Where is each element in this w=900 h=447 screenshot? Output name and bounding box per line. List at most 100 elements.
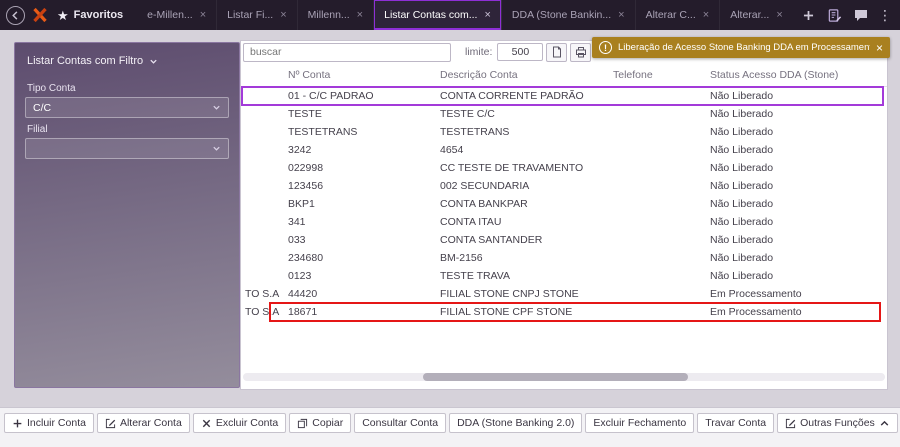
cell-filial: TO S.A xyxy=(241,288,284,300)
chat-icon[interactable] xyxy=(852,7,869,24)
toast-close-icon[interactable]: × xyxy=(876,41,883,55)
cell-conta: 44420 xyxy=(284,288,436,300)
travar-conta-button[interactable]: Travar Conta xyxy=(697,413,774,433)
tab-close-icon[interactable]: × xyxy=(618,10,624,21)
menu-dots-icon[interactable]: ⋮ xyxy=(878,7,892,24)
table-row[interactable]: 123456002 SECUNDARIANão Liberado xyxy=(241,177,887,195)
cell-status: Não Liberado xyxy=(706,252,887,264)
table-row[interactable]: BKP1CONTA BANKPARNão Liberado xyxy=(241,195,887,213)
column-header-conta[interactable]: Nº Conta xyxy=(284,69,436,81)
cell-status: Não Liberado xyxy=(706,270,887,282)
cell-descricao: TESTE TRAVA xyxy=(436,270,609,282)
table-row[interactable]: TESTETRANSTESTETRANSNão Liberado xyxy=(241,123,887,141)
table-row[interactable]: 01 - C/C PADRAOCONTA CORRENTE PADRÃO Não … xyxy=(241,87,887,105)
table-body: 01 - C/C PADRAOCONTA CORRENTE PADRÃO Não … xyxy=(241,87,887,321)
table-row[interactable]: 0123TESTE TRAVA Não Liberado xyxy=(241,267,887,285)
dda-stone-banking-2-0-button[interactable]: DDA (Stone Banking 2.0) xyxy=(449,413,582,433)
column-header-status[interactable]: Status Acesso DDA (Stone) xyxy=(706,69,887,81)
tab-close-icon[interactable]: × xyxy=(357,10,363,21)
table-row[interactable]: TO S.A44420FILIAL STONE CNPJ STONEEm Pro… xyxy=(241,285,887,303)
column-header-telefone[interactable]: Telefone xyxy=(609,69,706,81)
tab-strip: e-Millen...×Listar Fi...×Millenn...×List… xyxy=(137,0,792,30)
tab-label: Alterar... xyxy=(730,9,769,21)
tab-dda-stone-bankin[interactable]: DDA (Stone Bankin...× xyxy=(502,0,636,30)
export-document-icon[interactable] xyxy=(546,43,567,62)
tab-label: Listar Contas com... xyxy=(384,9,477,21)
accounts-panel: limite: Nº Conta Descrição Conta Telefon… xyxy=(240,40,888,390)
tab-close-icon[interactable]: × xyxy=(703,10,709,21)
cell-status: Não Liberado xyxy=(706,198,887,210)
cell-descricao: TESTETRANS xyxy=(436,126,609,138)
topbar-left: ★ Favoritos xyxy=(0,6,137,25)
sidebar-title-label: Listar Contas com Filtro xyxy=(27,55,143,67)
cell-descricao: CC TESTE DE TRAVAMENTO xyxy=(436,162,609,174)
column-header-descricao[interactable]: Descrição Conta xyxy=(436,69,609,81)
tab-listar-contas-com[interactable]: Listar Contas com... × xyxy=(374,0,502,30)
tab-millenn[interactable]: Millenn... × xyxy=(298,0,374,30)
table-row[interactable]: 234680BM-2156Não Liberado xyxy=(241,249,887,267)
cell-status: Não Liberado xyxy=(706,90,887,102)
table-row[interactable]: TO S.A18671FILIAL STONE CPF STONEEm Proc… xyxy=(241,303,887,321)
cell-filial: TO S.A xyxy=(241,306,284,318)
tab-close-icon[interactable]: × xyxy=(776,10,782,21)
tab-e-millen[interactable]: e-Millen... × xyxy=(137,0,217,30)
cell-descricao: CONTA ITAU xyxy=(436,216,609,228)
cell-conta: 0123 xyxy=(284,270,436,282)
tab-alterar-c[interactable]: Alterar C...× xyxy=(636,0,721,30)
cell-descricao: 002 SECUNDARIA xyxy=(436,180,609,192)
tab-close-icon[interactable]: × xyxy=(280,10,286,21)
table-row[interactable]: 033CONTA SANTANDERNão Liberado xyxy=(241,231,887,249)
cell-conta: 3242 xyxy=(284,144,436,156)
table-row[interactable]: 022998CC TESTE DE TRAVAMENTONão Liberado xyxy=(241,159,887,177)
cell-conta: 234680 xyxy=(284,252,436,264)
cell-descricao: CONTA CORRENTE PADRÃO xyxy=(436,90,609,102)
edit-icon xyxy=(105,418,116,429)
cell-conta: TESTETRANS xyxy=(284,126,436,138)
chevron-down-icon xyxy=(212,144,221,153)
sidebar-title[interactable]: Listar Contas com Filtro xyxy=(15,43,239,77)
favorites-button[interactable]: ★ Favoritos xyxy=(55,9,131,22)
tab-alterar[interactable]: Alterar... × xyxy=(720,0,792,30)
back-icon[interactable] xyxy=(6,6,25,25)
table-row[interactable]: TESTETESTE C/CNão Liberado xyxy=(241,105,887,123)
filial-label: Filial xyxy=(15,118,239,138)
incluir-conta-button[interactable]: Incluir Conta xyxy=(4,413,94,433)
limit-input[interactable] xyxy=(497,43,543,61)
alterar-conta-button[interactable]: Alterar Conta xyxy=(97,413,190,433)
cell-conta: 18671 xyxy=(284,306,436,318)
chevron-down-icon xyxy=(212,103,221,112)
tab-close-icon[interactable]: × xyxy=(200,10,206,21)
tab-listar-fi[interactable]: Listar Fi...× xyxy=(217,0,298,30)
tab-label: e-Millen... xyxy=(147,9,193,21)
table-row[interactable]: 32424654Não Liberado xyxy=(241,141,887,159)
filter-sidebar: Listar Contas com Filtro Tipo Conta C/C … xyxy=(14,42,240,388)
print-icon[interactable] xyxy=(570,43,591,62)
excluir-fechamento-button[interactable]: Excluir Fechamento xyxy=(585,413,694,433)
cell-conta: 01 - C/C PADRAO xyxy=(284,90,436,102)
outras-fun-es-button[interactable]: Outras Funções xyxy=(777,413,898,433)
excluir-conta-button[interactable]: Excluir Conta xyxy=(193,413,286,433)
cell-status: Em Processamento xyxy=(706,288,887,300)
tab-close-icon[interactable]: × xyxy=(484,10,490,21)
scrollbar-thumb[interactable] xyxy=(423,373,688,381)
button-label: Copiar xyxy=(312,417,343,429)
filial-select[interactable] xyxy=(25,138,229,159)
consultar-conta-button[interactable]: Consultar Conta xyxy=(354,413,446,433)
tab-label: Millenn... xyxy=(308,9,350,21)
bottom-toolbar: Incluir ContaAlterar ContaExcluir Conta C… xyxy=(0,407,900,447)
horizontal-scrollbar[interactable] xyxy=(243,373,885,381)
table-row[interactable]: 341CONTA ITAUNão Liberado xyxy=(241,213,887,231)
cell-conta: BKP1 xyxy=(284,198,436,210)
cell-conta: 033 xyxy=(284,234,436,246)
copiar-button[interactable]: Copiar xyxy=(289,413,351,433)
chevron-up-icon xyxy=(879,418,890,429)
add-tab-icon[interactable] xyxy=(800,7,817,24)
search-input[interactable] xyxy=(243,43,451,62)
favorites-label: Favoritos xyxy=(74,9,124,21)
notes-icon[interactable] xyxy=(826,7,843,24)
tipo-conta-select[interactable]: C/C xyxy=(25,97,229,118)
toast-message: Liberação de Acesso Stone Banking DDA em… xyxy=(618,42,870,53)
x-icon xyxy=(201,418,212,429)
cell-descricao: CONTA SANTANDER xyxy=(436,234,609,246)
tipo-conta-value: C/C xyxy=(33,102,51,114)
